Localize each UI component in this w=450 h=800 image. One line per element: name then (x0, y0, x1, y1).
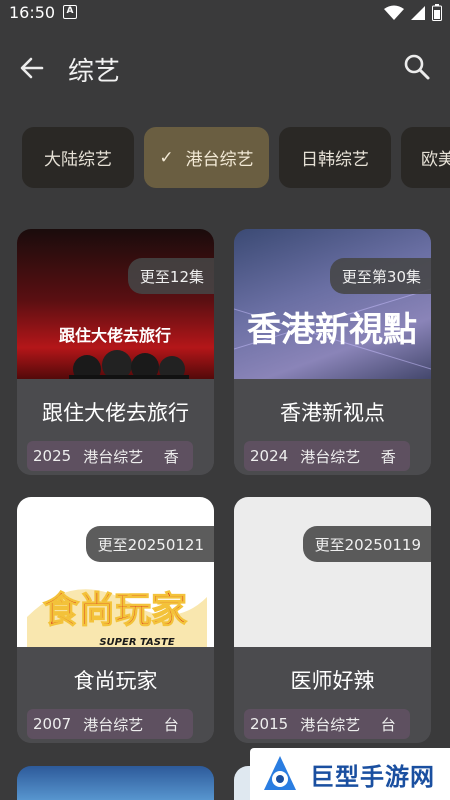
card-tags: 2007 港台综艺 台 (27, 709, 194, 739)
chip-label: 日韩综艺 (301, 150, 369, 170)
show-card[interactable]: 更至20250119 医师好辣 2015 港台综艺 台 (234, 497, 431, 743)
card-tags: 2024 港台综艺 香 (244, 441, 411, 471)
region-tag: 香 (366, 441, 411, 471)
category-tag: 港台综艺 (77, 709, 150, 739)
status-time: 16:50 (9, 3, 56, 22)
signal-icon (411, 5, 425, 20)
show-card[interactable]: 香港新視點 更至第30集 香港新视点 2024 港台综艺 香 (234, 229, 431, 475)
page-title: 综艺 (68, 57, 121, 87)
arrow-left-icon (20, 57, 44, 79)
watermark-text: 巨型手游网 (310, 762, 435, 791)
year-tag: 2015 (244, 709, 295, 739)
show-card[interactable]: 跟住大佬去旅行 更至12集 跟住大佬去旅行 2025 港台综艺 香 (17, 229, 214, 475)
episode-badge: 更至12集 (127, 258, 214, 294)
top-app-bar: 综艺 (0, 40, 450, 96)
chip-hktw[interactable]: ✓ 港台综艺 (144, 127, 269, 188)
notification-icon: A (63, 5, 77, 19)
year-tag: 2025 (27, 441, 78, 471)
show-card[interactable]: 食尚玩家 SUPER TASTE 更至20250121 食尚玩家 2007 港台… (17, 497, 214, 743)
category-tag: 港台综艺 (294, 709, 367, 739)
poster-image: 香港新視點 (234, 229, 431, 387)
poster-title-text: 香港新視點 (247, 310, 417, 350)
year-tag: 2024 (244, 441, 295, 471)
poster-image (234, 497, 431, 655)
chip-western[interactable]: 欧美 (401, 127, 450, 188)
card-title: 香港新视点 (280, 401, 385, 425)
poster-title-text: 跟住大佬去旅行 (59, 326, 171, 345)
check-icon: ✓ (159, 147, 174, 168)
card-title: 食尚玩家 (73, 669, 158, 693)
status-bar: 16:50 A (0, 0, 450, 26)
region-tag: 台 (149, 709, 194, 739)
show-card-partial[interactable] (17, 766, 214, 800)
category-tag: 港台综艺 (77, 441, 150, 471)
search-button[interactable] (402, 52, 432, 82)
watermark: 巨型手游网 (250, 748, 450, 800)
filter-chips: 大陆综艺 ✓ 港台综艺 日韩综艺 欧美 (0, 127, 450, 188)
chip-jpkr[interactable]: 日韩综艺 (279, 127, 391, 188)
poster-image: 跟住大佬去旅行 (17, 229, 214, 387)
region-tag: 台 (366, 709, 411, 739)
back-button[interactable] (16, 52, 48, 84)
episode-badge: 更至第30集 (329, 258, 431, 294)
region-tag: 香 (149, 441, 194, 471)
chip-mainland[interactable]: 大陆综艺 (22, 127, 134, 188)
battery-icon (432, 4, 442, 21)
wifi-icon (384, 5, 404, 20)
search-icon (404, 54, 430, 80)
poster-title-text: 食尚玩家 (43, 590, 187, 631)
card-tags: 2025 港台综艺 香 (27, 441, 194, 471)
watermark-logo-icon (264, 756, 296, 790)
chip-label: 大陆综艺 (44, 150, 112, 170)
chip-label: 港台综艺 (185, 150, 254, 170)
card-title: 医师好辣 (290, 669, 375, 693)
poster-image: 食尚玩家 SUPER TASTE (17, 497, 214, 655)
episode-badge: 更至20250119 (302, 526, 431, 562)
chip-label: 欧美 (421, 150, 450, 170)
category-tag: 港台综艺 (294, 441, 367, 471)
status-icons (384, 4, 442, 21)
card-tags: 2015 港台综艺 台 (244, 709, 411, 739)
year-tag: 2007 (27, 709, 78, 739)
card-title: 跟住大佬去旅行 (42, 401, 189, 425)
episode-badge: 更至20250121 (85, 526, 214, 562)
